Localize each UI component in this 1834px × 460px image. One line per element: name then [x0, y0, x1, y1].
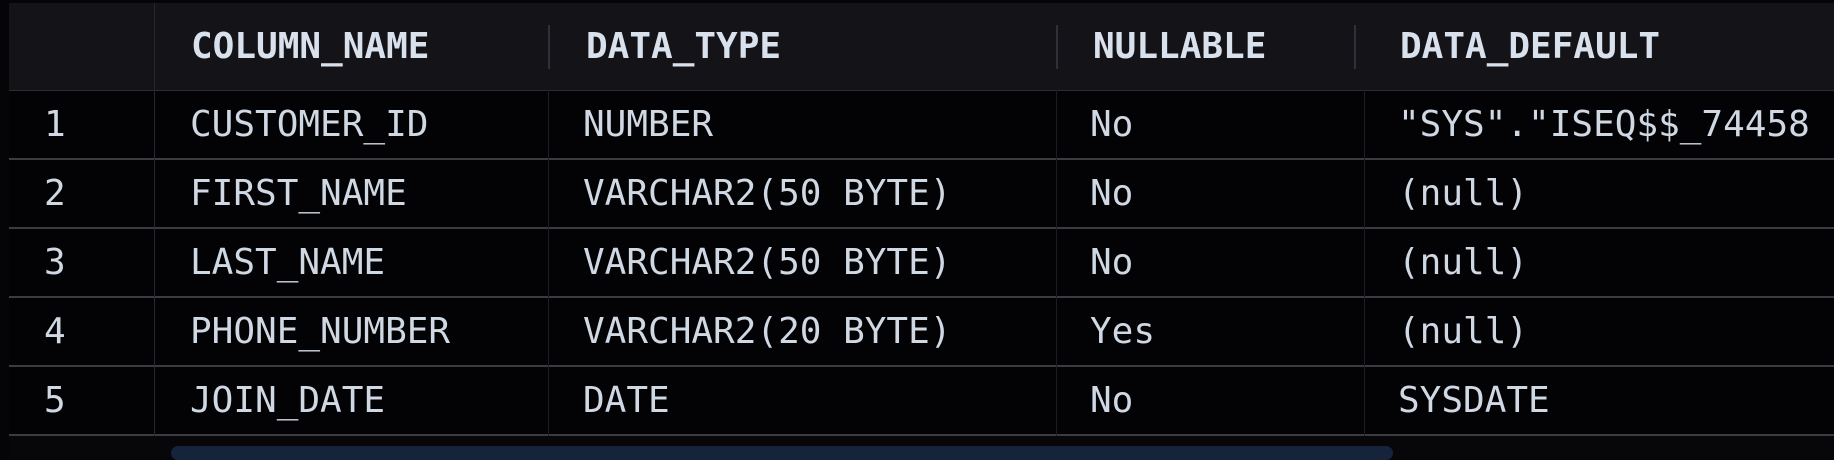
cell-column-name[interactable]: FIRST_NAME	[190, 160, 407, 227]
row-number: 4	[44, 311, 66, 352]
cell-nullable[interactable]: No	[1090, 229, 1133, 296]
cell-data-type[interactable]: DATE	[583, 367, 670, 434]
cell-data-type[interactable]: NUMBER	[583, 91, 713, 158]
results-grid: COLUMN_NAME DATA_TYPE NULLABLE DATA_DEFA…	[9, 3, 1834, 460]
cell-nullable[interactable]: No	[1090, 367, 1133, 434]
column-divider	[548, 90, 549, 436]
row-number: 3	[44, 242, 66, 283]
scrollbar-track[interactable]	[155, 436, 1834, 460]
cell-column-name[interactable]: LAST_NAME	[190, 229, 385, 296]
table-row[interactable]: 1 CUSTOMER_ID NUMBER No "SYS"."ISEQ$$_74…	[9, 91, 1834, 160]
cell-data-default[interactable]: "SYS"."ISEQ$$_74458	[1398, 91, 1834, 158]
column-header-column-name[interactable]: COLUMN_NAME	[191, 3, 429, 90]
column-divider	[1364, 90, 1365, 436]
column-divider	[1056, 90, 1057, 436]
row-number: 5	[44, 380, 66, 421]
table-row[interactable]: 5 JOIN_DATE DATE No SYSDATE	[9, 367, 1834, 436]
column-resize-handle[interactable]	[1056, 25, 1058, 69]
cell-data-type[interactable]: VARCHAR2(20 BYTE)	[583, 298, 951, 365]
table-row[interactable]: 4 PHONE_NUMBER VARCHAR2(20 BYTE) Yes (nu…	[9, 298, 1834, 367]
cell-nullable[interactable]: No	[1090, 160, 1133, 227]
row-number: 1	[44, 104, 66, 145]
cell-column-name[interactable]: PHONE_NUMBER	[190, 298, 450, 365]
scrollbar-thumb[interactable]	[171, 446, 1393, 460]
table-row[interactable]: 3 LAST_NAME VARCHAR2(50 BYTE) No (null)	[9, 229, 1834, 298]
cell-nullable[interactable]: No	[1090, 91, 1133, 158]
cell-data-default[interactable]: (null)	[1398, 160, 1528, 227]
cell-column-name[interactable]: JOIN_DATE	[190, 367, 385, 434]
cell-nullable[interactable]: Yes	[1090, 298, 1155, 365]
column-resize-handle[interactable]	[548, 25, 550, 69]
row-number-header	[9, 3, 155, 90]
column-resize-handle[interactable]	[1354, 25, 1356, 69]
cell-data-default[interactable]: (null)	[1398, 298, 1528, 365]
cell-data-default[interactable]: (null)	[1398, 229, 1528, 296]
table-row[interactable]: 2 FIRST_NAME VARCHAR2(50 BYTE) No (null)	[9, 160, 1834, 229]
cell-data-type[interactable]: VARCHAR2(50 BYTE)	[583, 229, 951, 296]
row-number: 2	[44, 173, 66, 214]
column-header-data-default[interactable]: DATA_DEFAULT	[1400, 3, 1660, 90]
column-header-data-type[interactable]: DATA_TYPE	[586, 3, 781, 90]
cell-data-default[interactable]: SYSDATE	[1398, 367, 1550, 434]
row-number-divider	[154, 3, 155, 460]
cell-data-type[interactable]: VARCHAR2(50 BYTE)	[583, 160, 951, 227]
horizontal-scrollbar[interactable]	[9, 436, 1834, 460]
column-header-nullable[interactable]: NULLABLE	[1093, 3, 1266, 90]
grid-header-row: COLUMN_NAME DATA_TYPE NULLABLE DATA_DEFA…	[9, 3, 1834, 91]
cell-column-name[interactable]: CUSTOMER_ID	[190, 91, 428, 158]
